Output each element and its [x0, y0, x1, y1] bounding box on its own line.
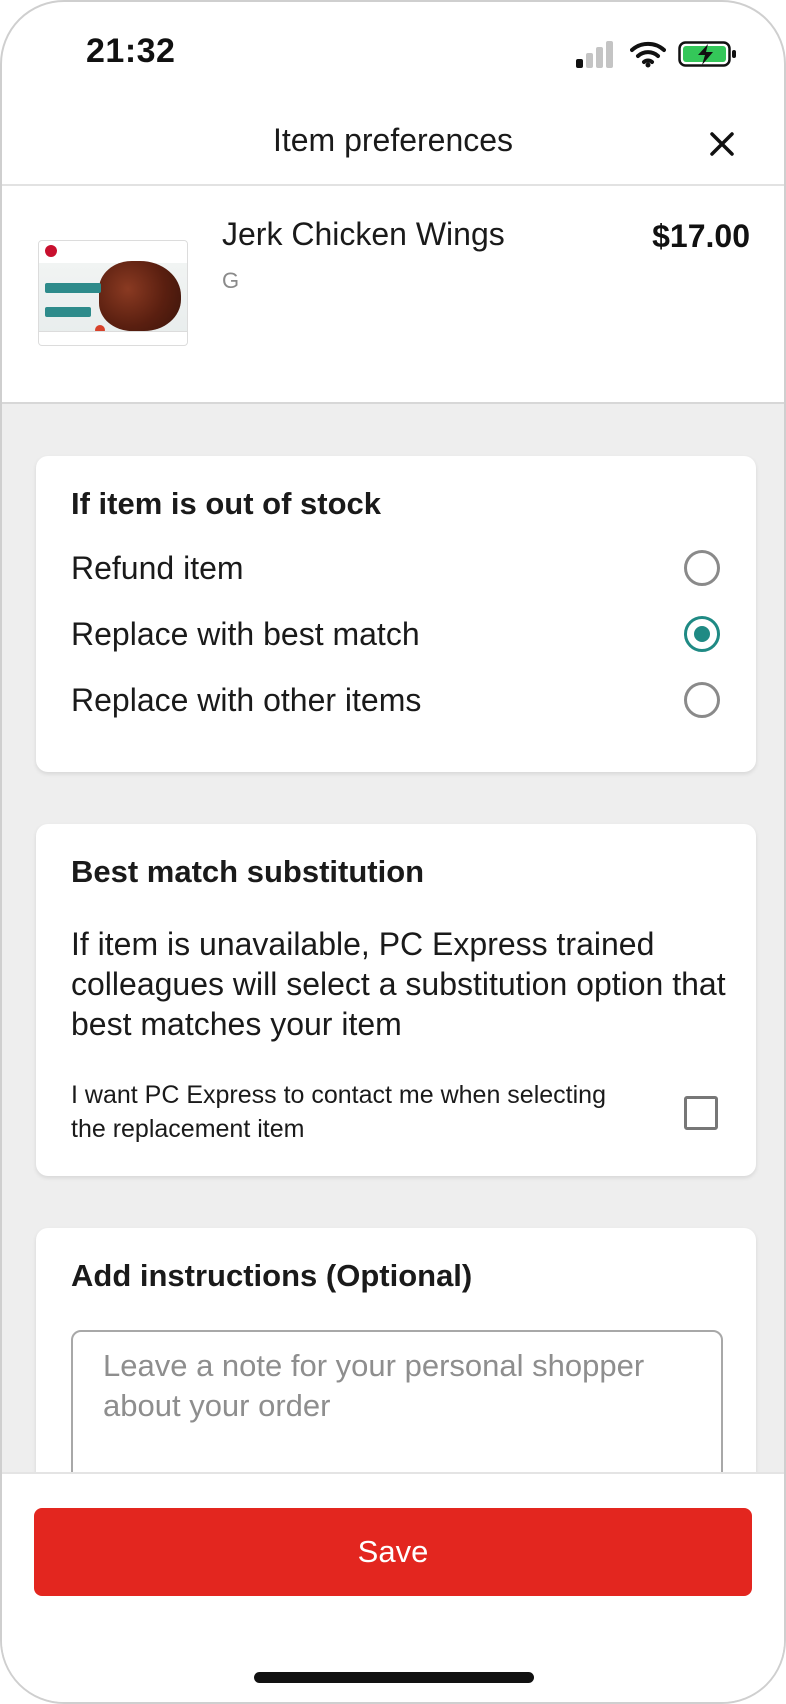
radio-replace-other-items[interactable]	[684, 682, 720, 718]
radio-replace-best-match[interactable]	[684, 616, 720, 652]
close-icon[interactable]	[702, 124, 742, 164]
save-button[interactable]: Save	[34, 1508, 752, 1596]
best-match-title: Best match substitution	[71, 854, 425, 889]
out-of-stock-card: If item is out of stock Refund item Repl…	[36, 456, 756, 772]
status-time: 21:32	[86, 32, 176, 70]
modal-header: Item preferences	[2, 102, 784, 186]
home-indicator	[254, 1672, 534, 1683]
product-summary: Jerk Chicken Wings G $17.00	[2, 188, 784, 404]
page-title: Item preferences	[272, 122, 514, 158]
product-price: $17.00	[652, 218, 750, 254]
option-replace-other-items[interactable]: Replace with other items	[36, 668, 756, 732]
status-bar: 21:32	[2, 2, 784, 102]
best-match-description: If item is unavailable, PC Express train…	[71, 926, 726, 1042]
preferences-scroll-area[interactable]: If item is out of stock Refund item Repl…	[2, 404, 784, 1472]
instructions-card: Add instructions (Optional)	[36, 1228, 756, 1472]
contact-me-label: I want PC Express to contact me when sel…	[71, 1081, 606, 1143]
cellular-signal-icon	[576, 40, 616, 68]
radio-refund-item[interactable]	[684, 550, 720, 586]
option-label: Refund item	[71, 550, 244, 586]
instructions-title: Add instructions (Optional)	[71, 1258, 473, 1293]
phone-screen: 21:32 Item preferences Jerk Chicken Wing…	[0, 0, 786, 1704]
instructions-input[interactable]	[71, 1330, 723, 1472]
best-match-card: Best match substitution If item is unava…	[36, 824, 756, 1176]
footer-bar: Save	[2, 1472, 784, 1702]
wifi-icon	[630, 41, 666, 68]
product-unit: G	[222, 268, 240, 293]
battery-charging-icon	[678, 41, 736, 67]
product-name: Jerk Chicken Wings	[222, 216, 505, 252]
option-label: Replace with other items	[71, 682, 422, 718]
product-image	[38, 240, 188, 346]
out-of-stock-title: If item is out of stock	[71, 486, 382, 521]
contact-me-checkbox[interactable]	[684, 1096, 718, 1130]
option-replace-best-match[interactable]: Replace with best match	[36, 602, 756, 666]
option-label: Replace with best match	[71, 616, 420, 652]
option-refund-item[interactable]: Refund item	[36, 536, 756, 600]
